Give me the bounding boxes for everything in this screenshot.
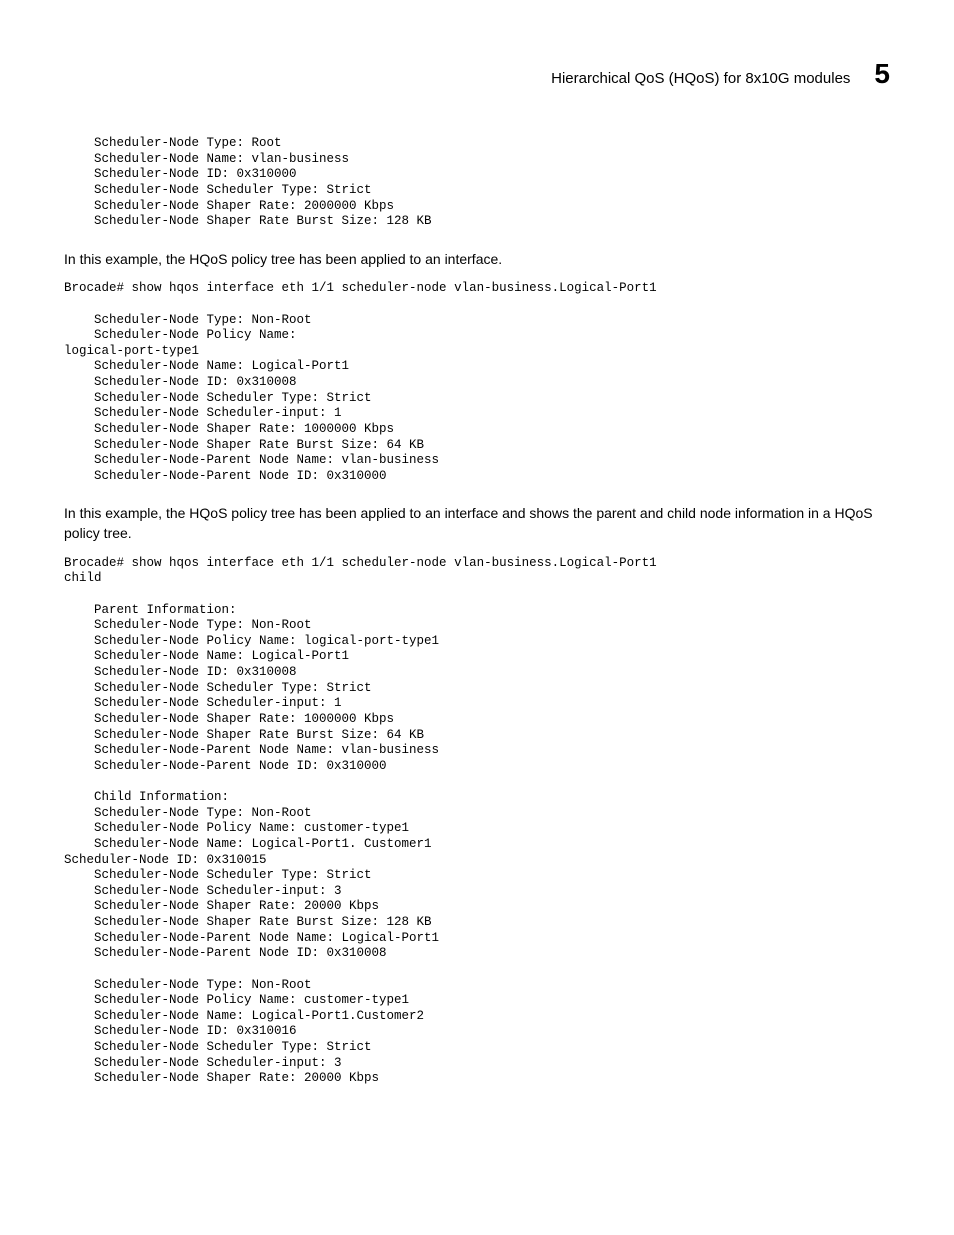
paragraph-1: In this example, the HQoS policy tree ha… xyxy=(64,250,890,270)
page-header: Hierarchical QoS (HQoS) for 8x10G module… xyxy=(64,60,890,88)
chapter-number: 5 xyxy=(874,60,890,88)
header-title: Hierarchical QoS (HQoS) for 8x10G module… xyxy=(551,70,850,87)
document-page: Hierarchical QoS (HQoS) for 8x10G module… xyxy=(0,0,954,1167)
code-block-1: Scheduler-Node Type: Root Scheduler-Node… xyxy=(64,136,890,230)
code-block-3: Brocade# show hqos interface eth 1/1 sch… xyxy=(64,556,890,1087)
paragraph-2: In this example, the HQoS policy tree ha… xyxy=(64,504,890,543)
code-block-2: Brocade# show hqos interface eth 1/1 sch… xyxy=(64,281,890,484)
